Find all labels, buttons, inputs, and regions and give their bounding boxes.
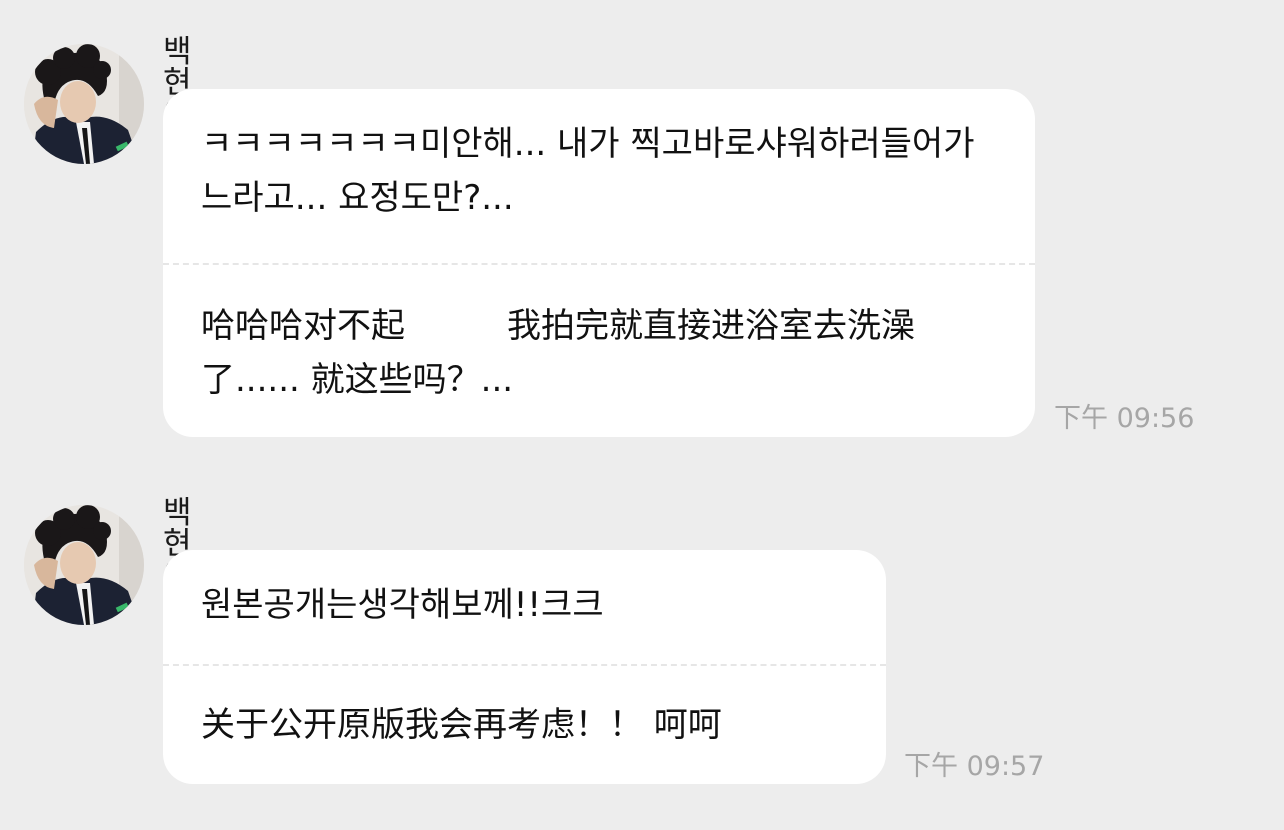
translation-text: 关于公开原版我会再考虑！！ 呵呵 [201,705,722,745]
translation-divider [163,263,1035,265]
avatar[interactable] [24,44,144,164]
message-bubble[interactable]: ㅋㅋㅋㅋㅋㅋㅋ미안해... 내가 찍고바로샤워하러들어가느라고... 요정도만?… [163,89,1035,437]
avatar-photo-icon [24,44,144,164]
avatar[interactable] [24,505,144,625]
timestamp: 下午 09:56 [1054,403,1195,434]
avatar-photo-icon [24,505,144,625]
timestamp: 下午 09:57 [904,751,1045,782]
translation-divider [163,664,886,666]
original-text: 원본공개는생각해보께!!크크 [201,585,604,625]
message-bubble[interactable]: 원본공개는생각해보께!!크크 关于公开原版我会再考虑！！ 呵呵 [163,550,886,784]
original-text: ㅋㅋㅋㅋㅋㅋㅋ미안해... 내가 찍고바로샤워하러들어가느라고... 요정도만?… [201,124,975,218]
translation-text: 哈哈哈对不起 我拍完就直接进浴室去洗澡了...... 就这些吗？... [201,306,915,400]
